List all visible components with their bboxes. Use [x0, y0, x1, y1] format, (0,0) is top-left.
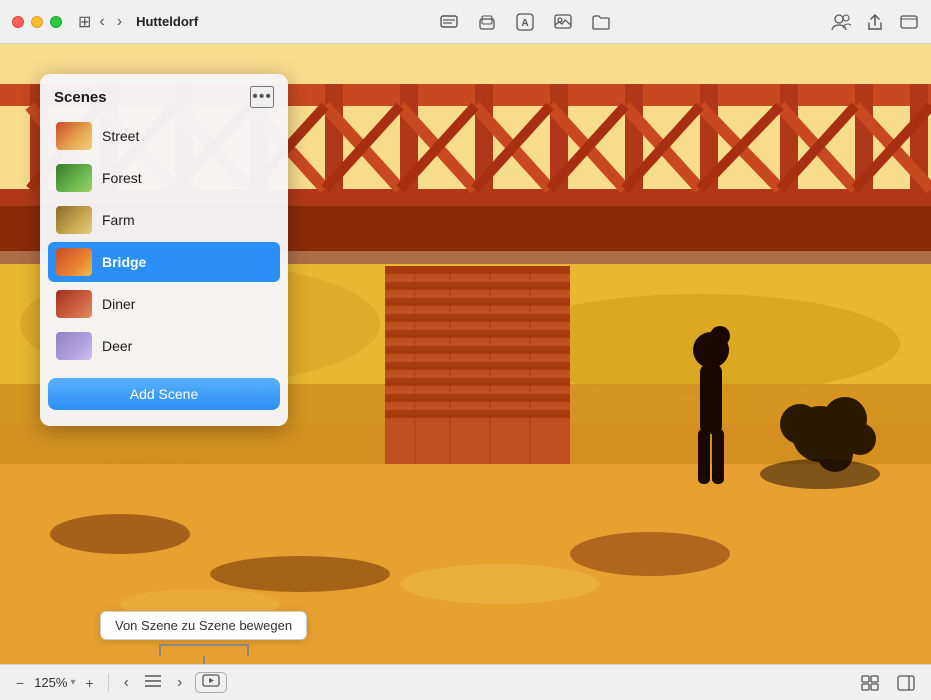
- text-icon[interactable]: A: [515, 12, 535, 32]
- scenes-panel-title: Scenes: [54, 89, 107, 106]
- zoom-out-button[interactable]: −: [12, 673, 28, 693]
- tooltip-area: Von Szene zu Szene bewegen: [100, 611, 307, 664]
- scene-thumb-forest: [56, 164, 92, 192]
- toolbar-divider-1: [108, 674, 109, 692]
- share-icon[interactable]: [865, 12, 885, 32]
- view-options-icon: [861, 675, 879, 691]
- fullscreen-icon[interactable]: [899, 12, 919, 32]
- titlebar: ⊞ ‹ › Hutteldorf A: [0, 0, 931, 44]
- bottom-toolbar: − 125% ▾ + ‹ ›: [0, 664, 931, 700]
- scenes-more-button[interactable]: •••: [250, 86, 274, 108]
- present-icon: [202, 674, 220, 688]
- scene-item-farm[interactable]: Farm: [48, 200, 280, 240]
- zoom-in-button[interactable]: +: [81, 673, 97, 693]
- scene-name-bridge: Bridge: [102, 254, 146, 270]
- scene-name-farm: Farm: [102, 212, 135, 228]
- toolbar-left: − 125% ▾ + ‹ ›: [12, 672, 227, 694]
- titlebar-right-tools: [831, 12, 919, 32]
- tooltip-bracket: [159, 644, 249, 656]
- media-icon[interactable]: [553, 12, 573, 32]
- scene-prev-button[interactable]: ‹: [119, 672, 134, 694]
- list-icon: [145, 674, 161, 688]
- sidebar-toggle-right-button[interactable]: [893, 673, 919, 693]
- main-canvas-area: Scenes ••• Street Forest Farm Bridge Diner De…: [0, 44, 931, 664]
- scene-list-button[interactable]: [140, 672, 166, 693]
- scene-thumb-bridge: [56, 248, 92, 276]
- traffic-lights: [12, 16, 62, 28]
- zoom-level-text: 125%: [34, 675, 67, 690]
- scene-name-street: Street: [102, 128, 139, 144]
- present-button[interactable]: [195, 672, 227, 693]
- scenes-panel: Scenes ••• Street Forest Farm Bridge Diner De…: [40, 74, 288, 426]
- subtitles-icon[interactable]: [439, 12, 459, 32]
- tooltip-box: Von Szene zu Szene bewegen: [100, 611, 307, 640]
- scene-item-bridge[interactable]: Bridge: [48, 242, 280, 282]
- svg-text:A: A: [521, 18, 528, 29]
- scene-thumb-diner: [56, 290, 92, 318]
- close-button[interactable]: [12, 16, 24, 28]
- add-scene-button[interactable]: Add Scene: [48, 378, 280, 410]
- zoom-level-display[interactable]: 125% ▾: [34, 675, 75, 690]
- scene-thumb-deer: [56, 332, 92, 360]
- collab-icon[interactable]: [831, 12, 851, 32]
- layers-icon[interactable]: [477, 12, 497, 32]
- scene-item-deer[interactable]: Deer: [48, 326, 280, 366]
- back-button[interactable]: ‹: [95, 11, 108, 33]
- sidebar-right-icon: [897, 675, 915, 691]
- scene-thumb-street: [56, 122, 92, 150]
- zoom-chevron-icon: ▾: [70, 677, 75, 688]
- scenes-header: Scenes •••: [40, 74, 288, 116]
- scene-item-street[interactable]: Street: [48, 116, 280, 156]
- forward-button[interactable]: ›: [113, 11, 126, 33]
- tooltip-line: [203, 656, 205, 664]
- navigation-buttons: ‹ ›: [95, 11, 126, 33]
- scenes-list: Street Forest Farm Bridge Diner Deer: [40, 116, 288, 366]
- document-title: Hutteldorf: [136, 14, 198, 29]
- toolbar-tools: A: [218, 12, 831, 32]
- minimize-button[interactable]: [31, 16, 43, 28]
- folder-icon[interactable]: [591, 12, 611, 32]
- scene-name-diner: Diner: [102, 296, 135, 312]
- scene-thumb-farm: [56, 206, 92, 234]
- sidebar-toggle-button[interactable]: ⊞: [74, 10, 95, 34]
- toolbar-right: [857, 673, 919, 693]
- scene-name-forest: Forest: [102, 170, 142, 186]
- tooltip-text: Von Szene zu Szene bewegen: [115, 618, 292, 633]
- maximize-button[interactable]: [50, 16, 62, 28]
- scene-name-deer: Deer: [102, 338, 132, 354]
- scene-item-forest[interactable]: Forest: [48, 158, 280, 198]
- view-options-button[interactable]: [857, 673, 883, 693]
- scene-item-diner[interactable]: Diner: [48, 284, 280, 324]
- scene-next-button[interactable]: ›: [172, 672, 187, 694]
